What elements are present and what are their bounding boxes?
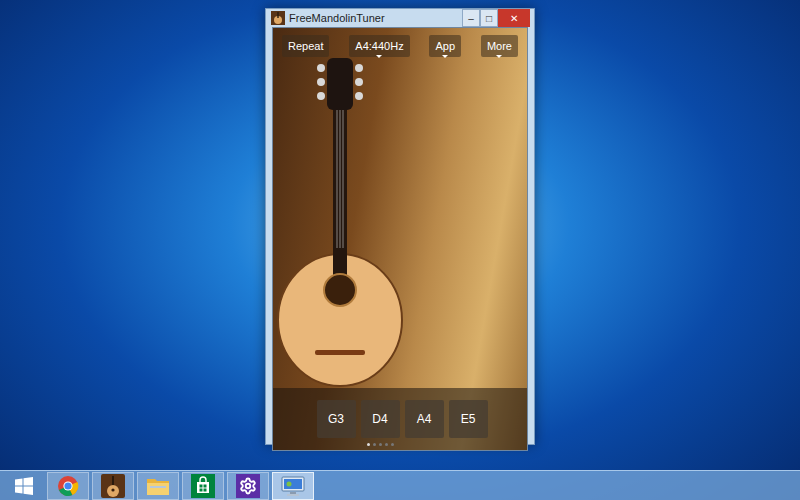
- folder-icon: [146, 475, 170, 497]
- taskbar-item[interactable]: [47, 472, 89, 500]
- dropdown-arrow-icon: [442, 55, 448, 58]
- dropdown-arrow-icon: [376, 55, 382, 58]
- page-dot[interactable]: [379, 443, 382, 446]
- taskbar: [0, 470, 800, 500]
- page-dot[interactable]: [385, 443, 388, 446]
- taskbar-item[interactable]: [272, 472, 314, 500]
- window-title: FreeMandolinTuner: [289, 10, 462, 27]
- chrome-icon: [57, 475, 79, 497]
- page-dots: [367, 443, 394, 446]
- string-button[interactable]: G3: [317, 400, 356, 438]
- string-buttons: G3D4A4E5: [313, 400, 488, 438]
- maximize-button[interactable]: □: [480, 9, 498, 27]
- string-button[interactable]: D4: [361, 400, 400, 438]
- toolbar-button[interactable]: A4:440Hz: [349, 35, 409, 57]
- toolbar: Repeat A4:440Hz App More: [273, 28, 527, 57]
- page-dot[interactable]: [373, 443, 376, 446]
- toolbar-button[interactable]: App: [429, 35, 461, 57]
- store-icon: [191, 474, 215, 498]
- dropdown-arrow-icon: [496, 55, 502, 58]
- app-window: FreeMandolinTuner‒□✕ Repeat A4:440Hz App Mor…: [265, 8, 535, 445]
- string-button[interactable]: E5: [449, 400, 488, 438]
- remote-desktop-icon: [281, 475, 305, 497]
- toolbar-button[interactable]: Repeat: [282, 35, 329, 57]
- taskbar-item[interactable]: [227, 472, 269, 500]
- minimize-button[interactable]: ‒: [462, 9, 480, 27]
- taskbar-item[interactable]: [137, 472, 179, 500]
- page-dot[interactable]: [391, 443, 394, 446]
- taskbar-item[interactable]: [182, 472, 224, 500]
- title-bar: FreeMandolinTuner‒□✕: [266, 9, 534, 27]
- mandolin-picture: [277, 58, 437, 388]
- string-button[interactable]: A4: [405, 400, 444, 438]
- window-controls: ‒□✕: [462, 9, 530, 27]
- mandolin-app-icon: [101, 474, 125, 498]
- windows-logo-icon: [15, 477, 33, 495]
- toolbar-button[interactable]: More: [481, 35, 518, 57]
- app-icon: [271, 11, 285, 25]
- close-button[interactable]: ✕: [498, 9, 530, 27]
- desktop: FreeMandolinTuner‒□✕ Repeat A4:440Hz App Mor…: [0, 0, 800, 500]
- taskbar-item[interactable]: [92, 472, 134, 500]
- desktop-area: FreeMandolinTuner‒□✕ Repeat A4:440Hz App Mor…: [0, 0, 800, 470]
- start-button[interactable]: [10, 472, 38, 500]
- string-strip: G3D4A4E5: [273, 388, 527, 450]
- settings-tile: [236, 474, 260, 498]
- app-content: Repeat A4:440Hz App More G3D4A4E5: [272, 27, 528, 451]
- page-dot[interactable]: [367, 443, 370, 446]
- gear-icon: [239, 477, 257, 495]
- picture-area: [273, 57, 527, 388]
